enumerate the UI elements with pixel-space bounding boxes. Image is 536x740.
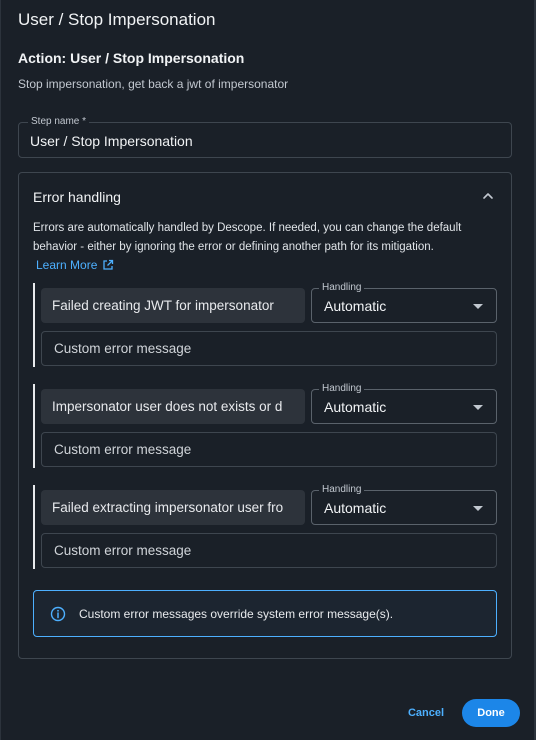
error-row: Failed extracting impersonator user fro … <box>33 484 499 569</box>
handling-label: Handling <box>319 484 365 495</box>
learn-more-label: Learn More <box>36 258 98 272</box>
handling-label: Handling <box>319 282 365 293</box>
error-handling-title: Error handling <box>33 189 121 205</box>
done-button[interactable]: Done <box>462 699 520 727</box>
step-settings-panel: User / Stop Impersonation Action: User /… <box>0 0 536 740</box>
learn-more-link[interactable]: Learn More <box>36 258 114 272</box>
step-name-label: Step name * <box>28 116 90 127</box>
step-name-value[interactable]: User / Stop Impersonation <box>30 133 193 149</box>
handling-label: Handling <box>319 383 365 394</box>
action-title: Action: User / Stop Impersonation <box>18 50 245 66</box>
external-link-icon <box>103 259 114 270</box>
handling-value: Automatic <box>324 399 387 415</box>
custom-error-message-input[interactable] <box>41 533 497 568</box>
panel-title: User / Stop Impersonation <box>18 10 216 29</box>
error-handling-section: Error handling Errors are automatically … <box>18 172 512 659</box>
error-handling-description: Errors are automatically handled by Desc… <box>33 222 462 253</box>
step-name-field[interactable]: Step name * User / Stop Impersonation <box>18 116 512 158</box>
info-alert: Custom error messages override system er… <box>33 590 497 637</box>
error-row: Failed creating JWT for impersonator Han… <box>33 282 499 367</box>
error-message-chip: Failed extracting impersonator user fro <box>41 490 305 525</box>
cancel-button[interactable]: Cancel <box>397 699 455 727</box>
error-row: Impersonator user does not exists or d H… <box>33 383 499 468</box>
caret-down-icon <box>473 304 483 309</box>
caret-down-icon <box>473 506 483 511</box>
caret-down-icon <box>473 405 483 410</box>
chevron-up-icon[interactable] <box>481 189 495 203</box>
handling-select[interactable]: Handling Automatic <box>311 383 497 424</box>
error-message-chip: Failed creating JWT for impersonator <box>41 288 305 323</box>
error-message-chip: Impersonator user does not exists or d <box>41 389 305 424</box>
info-alert-text: Custom error messages override system er… <box>79 607 394 621</box>
custom-error-message-input[interactable] <box>41 432 497 467</box>
custom-error-message-input[interactable] <box>41 331 497 366</box>
handling-select[interactable]: Handling Automatic <box>311 282 497 323</box>
handling-select[interactable]: Handling Automatic <box>311 484 497 525</box>
action-description: Stop impersonation, get back a jwt of im… <box>18 77 289 91</box>
info-icon <box>50 606 66 622</box>
handling-value: Automatic <box>324 298 387 314</box>
handling-value: Automatic <box>324 500 387 516</box>
